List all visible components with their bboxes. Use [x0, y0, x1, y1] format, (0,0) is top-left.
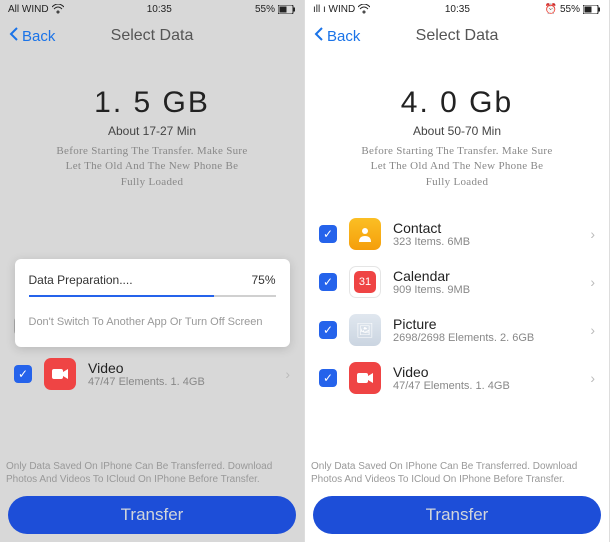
- item-subtitle: 323 Items. 6MB: [393, 236, 578, 248]
- item-title: Contact: [393, 220, 578, 236]
- size-summary: 4. 0 Gb About 50-70 Min: [315, 86, 599, 138]
- picture-icon: 🖼: [44, 310, 76, 342]
- modal-title: Data Preparation....: [29, 273, 133, 287]
- battery-percent: 55%: [560, 4, 580, 15]
- progress-bar: [29, 295, 276, 297]
- checkbox-checked[interactable]: ✓: [319, 225, 337, 243]
- picture-icon: 🖼: [349, 314, 381, 346]
- carrier-label: ıll ı WIND: [313, 4, 355, 15]
- item-title: Video: [393, 364, 578, 380]
- checkbox-checked[interactable]: ✓: [319, 273, 337, 291]
- status-bar: ıll ı WIND 10:35 ⏰ 55%: [305, 0, 609, 18]
- item-subtitle: 47/47 Elements. 1. 4GB: [393, 380, 578, 392]
- size-value: 4. 0 Gb: [315, 86, 599, 120]
- screen-right: ıll ı WIND 10:35 ⏰ 55% Back Select Data …: [305, 0, 610, 542]
- nav-bar: Back Select Data: [305, 18, 609, 54]
- page-title: Select Data: [111, 27, 194, 45]
- back-button[interactable]: Back: [8, 26, 55, 47]
- nav-bar: Back Select Data: [0, 18, 304, 54]
- video-icon: [44, 358, 76, 390]
- size-summary: 1. 5 GB About 17-27 Min: [10, 86, 294, 138]
- battery-icon: [278, 5, 296, 14]
- item-subtitle: 2698/2698 Elements. 2. 6GB: [393, 332, 578, 344]
- list-item[interactable]: ✓ 🖼 Picture 2698/2698 Elements. 2. 6GB ›: [315, 306, 599, 354]
- alarm-icon: ⏰: [545, 4, 557, 15]
- chevron-right-icon: ›: [590, 370, 595, 386]
- chevron-right-icon: ›: [590, 226, 595, 242]
- transfer-button[interactable]: Transfer: [8, 496, 296, 534]
- list-item[interactable]: 🖼 Picture 0/937 Elements. 0KB ›: [10, 302, 294, 350]
- clock-label: 10:35: [147, 4, 172, 15]
- item-subtitle: 0/937 Elements. 0KB: [88, 328, 273, 340]
- item-title: Picture: [88, 312, 273, 328]
- back-button[interactable]: Back: [313, 26, 360, 47]
- screen-left: All WIND 10:35 55% Back Select Data 1. 5…: [0, 0, 305, 542]
- back-label: Back: [327, 28, 360, 45]
- item-title: Calendar: [393, 268, 578, 284]
- checkbox-unchecked[interactable]: [14, 317, 32, 335]
- chevron-right-icon: ›: [285, 366, 290, 382]
- video-icon: [349, 362, 381, 394]
- checkbox-checked[interactable]: ✓: [319, 369, 337, 387]
- data-list: 🖼 Picture 0/937 Elements. 0KB › ✓ Video …: [10, 302, 294, 454]
- data-list: ✓ Contact 323 Items. 6MB › ✓ 31 Calendar…: [315, 210, 599, 454]
- battery-percent: 55%: [255, 4, 275, 15]
- wifi-icon: [52, 4, 64, 14]
- clock-label: 10:35: [445, 4, 470, 15]
- contact-icon: [349, 218, 381, 250]
- footer-note: Only Data Saved On IPhone Can Be Transfe…: [305, 454, 609, 492]
- carrier-label: All WIND: [8, 4, 49, 15]
- item-title: Video: [88, 360, 273, 376]
- chevron-right-icon: ›: [590, 322, 595, 338]
- checkbox-checked[interactable]: ✓: [319, 321, 337, 339]
- list-item[interactable]: ✓ 31 Calendar 909 Items. 9MB ›: [315, 258, 599, 306]
- size-time: About 50-70 Min: [315, 124, 599, 138]
- calendar-icon: 31: [349, 266, 381, 298]
- battery-icon: [583, 5, 601, 14]
- wifi-icon: [358, 4, 370, 14]
- list-item[interactable]: ✓ Contact 323 Items. 6MB ›: [315, 210, 599, 258]
- warning-text: Before Starting The Transfer. Make Sure …: [315, 144, 599, 190]
- size-value: 1. 5 GB: [10, 86, 294, 120]
- warning-text: Before Starting The Transfer. Make Sure …: [10, 144, 294, 190]
- chevron-left-icon: [313, 26, 325, 47]
- transfer-button[interactable]: Transfer: [313, 496, 601, 534]
- progress-fill: [29, 295, 214, 297]
- item-subtitle: 47/47 Elements. 1. 4GB: [88, 376, 273, 388]
- modal-percent: 75%: [251, 273, 275, 287]
- chevron-right-icon: ›: [590, 274, 595, 290]
- item-title: Picture: [393, 316, 578, 332]
- footer-note: Only Data Saved On IPhone Can Be Transfe…: [0, 454, 304, 492]
- list-item[interactable]: ✓ Video 47/47 Elements. 1. 4GB ›: [315, 354, 599, 402]
- chevron-left-icon: [8, 26, 20, 47]
- page-title: Select Data: [416, 27, 499, 45]
- item-subtitle: 909 Items. 9MB: [393, 284, 578, 296]
- status-bar: All WIND 10:35 55%: [0, 0, 304, 18]
- list-item[interactable]: ✓ Video 47/47 Elements. 1. 4GB ›: [10, 350, 294, 398]
- size-time: About 17-27 Min: [10, 124, 294, 138]
- chevron-right-icon: ›: [285, 318, 290, 334]
- back-label: Back: [22, 28, 55, 45]
- checkbox-checked[interactable]: ✓: [14, 365, 32, 383]
